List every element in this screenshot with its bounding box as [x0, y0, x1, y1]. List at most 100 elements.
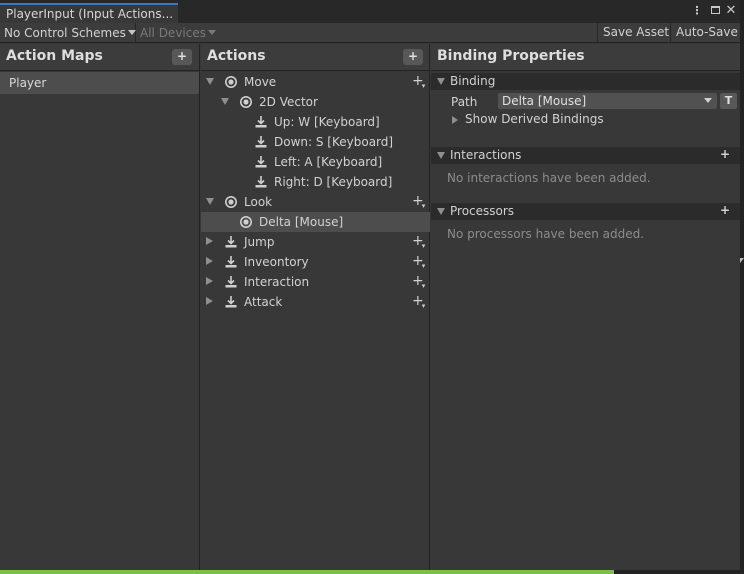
add-interaction-button[interactable]: + [720, 147, 730, 161]
processors-empty-text: No processors have been added. [447, 227, 645, 241]
action-row[interactable]: Move +▾ [201, 72, 430, 92]
chevron-right-icon [452, 116, 458, 124]
tree-row-label: Interaction [244, 275, 310, 289]
value-action-icon [224, 75, 238, 89]
auto-save-toggle[interactable]: Auto-Save [670, 23, 740, 43]
interactions-section-header[interactable]: Interactions + [431, 147, 740, 164]
value-action-icon [224, 195, 238, 209]
tree-row-label: Inveontory [244, 255, 309, 269]
editor-background-right [740, 0, 744, 574]
binding-icon [254, 175, 268, 189]
composite-icon [239, 95, 253, 109]
processors-section-label: Processors [450, 204, 515, 218]
tree-row-label: Down: S [Keyboard] [274, 135, 394, 149]
tree-row-label: 2D Vector [259, 95, 318, 109]
chevron-down-icon [704, 98, 712, 103]
add-binding-button[interactable]: +▾ [412, 253, 427, 270]
binding-row[interactable]: Right: D [Keyboard] [201, 172, 430, 192]
binding-section-label: Binding [450, 74, 496, 88]
interactions-empty-text: No interactions have been added. [447, 171, 651, 185]
binding-row[interactable]: Delta [Mouse] [201, 212, 430, 232]
more-options-icon[interactable]: ⋮ [690, 4, 704, 18]
collapse-arrow-icon[interactable] [206, 297, 213, 305]
path-dropdown[interactable]: Delta [Mouse] [498, 93, 717, 109]
binding-icon [254, 115, 268, 129]
close-icon[interactable]: ✕ [724, 4, 738, 18]
text-mode-button[interactable]: T [720, 93, 737, 109]
button-action-icon [224, 255, 238, 269]
collapse-arrow-icon[interactable] [206, 277, 213, 285]
binding-properties-title: Binding Properties [437, 48, 585, 64]
tree-row-label: Move [244, 75, 277, 89]
action-row[interactable]: Interaction +▾ [201, 272, 430, 292]
binding-icon [254, 155, 268, 169]
save-asset-button[interactable]: Save Asset [597, 23, 670, 43]
actions-header: Actions + [201, 44, 429, 71]
derived-bindings-label: Show Derived Bindings [465, 112, 604, 126]
add-binding-button[interactable]: +▾ [412, 293, 427, 310]
add-binding-button[interactable]: +▾ [412, 233, 427, 250]
input-actions-window: PlayerInput (Input Actions... ⋮ ✕ No Con… [0, 0, 740, 570]
fold-arrow-icon [437, 152, 445, 159]
actions-pane: Actions + Move +▾ 2D Vector Up: W [Keyboard… [201, 44, 430, 570]
window-tab-title: PlayerInput (Input Actions... [6, 7, 174, 21]
control-schemes-label: No Control Schemes [4, 26, 126, 40]
title-bar: PlayerInput (Input Actions... ⋮ ✕ [0, 0, 740, 23]
add-binding-button[interactable]: +▾ [412, 193, 427, 210]
composite-row[interactable]: 2D Vector [201, 92, 430, 112]
tree-row-label: Jump [244, 235, 275, 249]
button-action-icon [224, 275, 238, 289]
tree-row-label: Attack [244, 295, 283, 309]
editor-background-bottom [0, 570, 744, 574]
action-map-label: Player [9, 76, 47, 90]
tree-row-label: Left: A [Keyboard] [274, 155, 383, 169]
fold-arrow-icon [437, 208, 445, 215]
action-map-item[interactable]: Player [0, 72, 199, 94]
processors-section-header[interactable]: Processors + [431, 203, 740, 220]
binding-section-header[interactable]: Binding [431, 73, 740, 90]
add-binding-button[interactable]: +▾ [412, 73, 427, 90]
button-action-icon [224, 295, 238, 309]
action-row[interactable]: Look +▾ [201, 192, 430, 212]
interactions-section-label: Interactions [450, 148, 522, 162]
binding-icon [254, 135, 268, 149]
chevron-down-icon [207, 30, 216, 35]
chevron-down-icon [127, 30, 136, 35]
tree-row-label: Up: W [Keyboard] [274, 115, 380, 129]
expand-arrow-icon[interactable] [206, 78, 214, 85]
button-action-icon [224, 235, 238, 249]
add-action-button[interactable]: + [403, 49, 423, 65]
actions-title: Actions [207, 48, 266, 64]
action-row[interactable]: Attack +▾ [201, 292, 430, 312]
binding-row[interactable]: Up: W [Keyboard] [201, 112, 430, 132]
action-maps-header: Action Maps + [0, 44, 199, 71]
binding-row[interactable]: Left: A [Keyboard] [201, 152, 430, 172]
window-tab[interactable]: PlayerInput (Input Actions... [0, 3, 178, 23]
collapse-arrow-icon[interactable] [206, 257, 213, 265]
maximize-icon[interactable] [708, 4, 722, 18]
add-processor-button[interactable]: + [720, 203, 730, 217]
action-row[interactable]: Jump +▾ [201, 232, 430, 252]
tree-row-label: Look [244, 195, 273, 209]
path-value: Delta [Mouse] [502, 94, 587, 108]
show-derived-bindings-foldout[interactable]: Show Derived Bindings [452, 112, 604, 126]
control-schemes-dropdown[interactable]: No Control Schemes [0, 23, 136, 43]
devices-dropdown[interactable]: All Devices [136, 23, 216, 43]
fold-arrow-icon [437, 78, 445, 85]
devices-label: All Devices [140, 26, 206, 40]
action-row[interactable]: Inveontory +▾ [201, 252, 430, 272]
add-action-map-button[interactable]: + [172, 49, 192, 65]
expand-arrow-icon[interactable] [206, 198, 214, 205]
action-maps-pane: Action Maps + Player [0, 44, 200, 570]
expand-arrow-icon[interactable] [221, 98, 229, 105]
action-maps-title: Action Maps [6, 48, 103, 64]
tree-row-label: Delta [Mouse] [259, 215, 344, 229]
binding-row[interactable]: Down: S [Keyboard] [201, 132, 430, 152]
add-binding-button[interactable]: +▾ [412, 273, 427, 290]
scroll-arrow-icon [740, 258, 744, 263]
path-label: Path [451, 95, 478, 109]
collapse-arrow-icon[interactable] [206, 237, 213, 245]
toolbar: No Control Schemes All Devices Save Asse… [0, 23, 740, 43]
progress-strip [0, 570, 614, 574]
tree-row-label: Right: D [Keyboard] [274, 175, 393, 189]
